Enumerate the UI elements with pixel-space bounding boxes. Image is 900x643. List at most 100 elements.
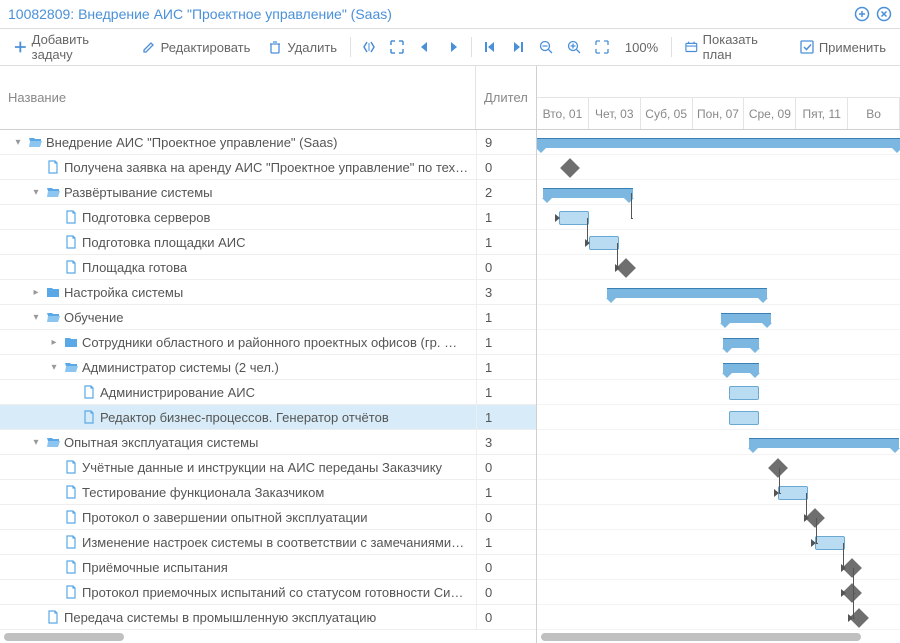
table-row[interactable]: ▾ Администратор системы (2 чел.) 1 [0,355,536,380]
tree-expander[interactable]: ▾ [48,361,60,373]
table-row[interactable]: Передача системы в промышленную эксплуат… [0,605,536,630]
task-name-label: Приёмочные испытания [82,560,228,575]
leaf-icon [82,385,96,399]
maximize-icon[interactable] [854,6,870,22]
leaf-icon [64,485,78,499]
gantt-row [537,605,900,630]
table-row[interactable]: Площадка готова0 [0,255,536,280]
gantt-summary-bar[interactable] [723,338,759,348]
tree-expander[interactable]: ▾ [30,311,42,323]
task-name-label: Опытная эксплуатация системы [64,435,258,450]
gantt-task-bar[interactable] [589,236,619,250]
gantt-summary-bar[interactable] [723,363,759,373]
table-row[interactable]: Тестирование функционала Заказчиком1 [0,480,536,505]
duration-cell: 1 [476,230,536,254]
toolbar-separator [671,37,672,57]
task-name-label: Передача системы в промышленную эксплуат… [64,610,376,625]
apply-button[interactable]: Применить [792,35,894,60]
task-name-label: Площадка готова [82,260,187,275]
gantt-task-bar[interactable] [729,386,759,400]
tree-expander[interactable]: ▸ [48,336,60,348]
task-name-label: Настройка системы [64,285,183,300]
show-plan-button[interactable]: Показать план [677,27,790,67]
task-name-label: Обучение [64,310,123,325]
delete-button[interactable]: Удалить [260,35,345,60]
show-plan-label: Показать план [703,32,782,62]
gantt-summary-bar[interactable] [607,288,767,298]
gantt-milestone[interactable] [768,458,788,478]
expand-columns-button[interactable] [384,35,410,59]
tree-expander[interactable]: ▾ [30,436,42,448]
goto-start-button[interactable] [477,35,503,59]
table-row[interactable]: Администрирование АИС1 [0,380,536,405]
table-row[interactable]: Подготовка серверов1 [0,205,536,230]
leaf-icon [64,460,78,474]
timeline-day: Пят, 11 [796,98,848,129]
gantt-body[interactable] [537,130,900,633]
table-row[interactable]: ▸Сотрудники областного и районного проек… [0,330,536,355]
gantt-task-bar[interactable] [815,536,845,550]
table-row[interactable]: Получена заявка на аренду АИС "Проектное… [0,155,536,180]
table-row[interactable]: ▾Опытная эксплуатация системы3 [0,430,536,455]
table-row[interactable]: Редактор бизнес-процессов. Генератор отч… [0,405,536,430]
task-name-label: Протокол о завершении опытной эксплуатац… [82,510,368,525]
table-row[interactable]: Подготовка площадки АИС1 [0,230,536,255]
close-icon[interactable] [876,6,892,22]
gantt-summary-bar[interactable] [543,188,633,198]
folder-open-icon [46,310,60,324]
column-header-name[interactable]: Название [0,66,476,129]
gantt-row [537,205,900,230]
tree-expander[interactable]: ▸ [30,286,42,298]
edit-button[interactable]: Редактировать [134,35,259,60]
tree-expander[interactable]: ▾ [30,186,42,198]
tree-expander[interactable]: ▾ [12,136,24,148]
arrow-right-button[interactable] [440,35,466,59]
gantt-summary-bar[interactable] [721,313,771,323]
gantt-summary-bar[interactable] [537,138,900,148]
table-row[interactable]: Протокол о завершении опытной эксплуатац… [0,505,536,530]
task-name-label: Внедрение АИС "Проектное управление" (Sa… [46,135,337,150]
table-row[interactable]: ▾Обучение1 [0,305,536,330]
gantt-row [537,555,900,580]
zoom-value[interactable]: 100% [617,35,666,60]
grid-scrollbar[interactable] [4,633,124,641]
leaf-icon [64,535,78,549]
duration-cell: 0 [476,155,536,179]
table-row[interactable]: Протокол приемочных испытаний со статусо… [0,580,536,605]
timeline-day: Суб, 05 [641,98,693,129]
leaf-icon [64,585,78,599]
folder-open-icon [28,135,42,149]
toolbar-separator [350,37,351,57]
add-task-button[interactable]: Добавить задачу [6,27,132,67]
task-name-label: Изменение настроек системы в соответстви… [82,535,464,550]
gantt-row [537,480,900,505]
task-name-label: Администратор системы (2 чел.) [82,360,279,375]
duration-cell: 0 [476,555,536,579]
gantt-task-bar[interactable] [778,486,808,500]
folder-icon [46,285,60,299]
table-row[interactable]: ▾Развёртывание системы2 [0,180,536,205]
table-row[interactable]: Приёмочные испытания 0 [0,555,536,580]
goto-end-button[interactable] [505,35,531,59]
gantt-row [537,355,900,380]
gantt-summary-bar[interactable] [749,438,899,448]
table-row[interactable]: Учётные данные и инструкции на АИС перед… [0,455,536,480]
arrow-left-button[interactable] [412,35,438,59]
table-row[interactable]: Изменение настроек системы в соответстви… [0,530,536,555]
column-header-duration[interactable]: Длител [476,66,536,129]
duration-cell: 1 [476,480,536,504]
gantt-milestone[interactable] [560,158,580,178]
zoom-in-button[interactable] [561,35,587,59]
leaf-icon [46,610,60,624]
duration-cell: 1 [476,355,536,379]
zoom-out-button[interactable] [533,35,559,59]
gantt-task-bar[interactable] [559,211,589,225]
gantt-scrollbar[interactable] [541,633,861,641]
table-row[interactable]: ▸Настройка системы3 [0,280,536,305]
table-row[interactable]: ▾ Внедрение АИС "Проектное управление" (S… [0,130,536,155]
folder-icon [64,335,78,349]
leaf-icon [64,510,78,524]
zoom-fit-button[interactable] [589,35,615,59]
gantt-task-bar[interactable] [729,411,759,425]
collapse-columns-button[interactable] [356,35,382,59]
